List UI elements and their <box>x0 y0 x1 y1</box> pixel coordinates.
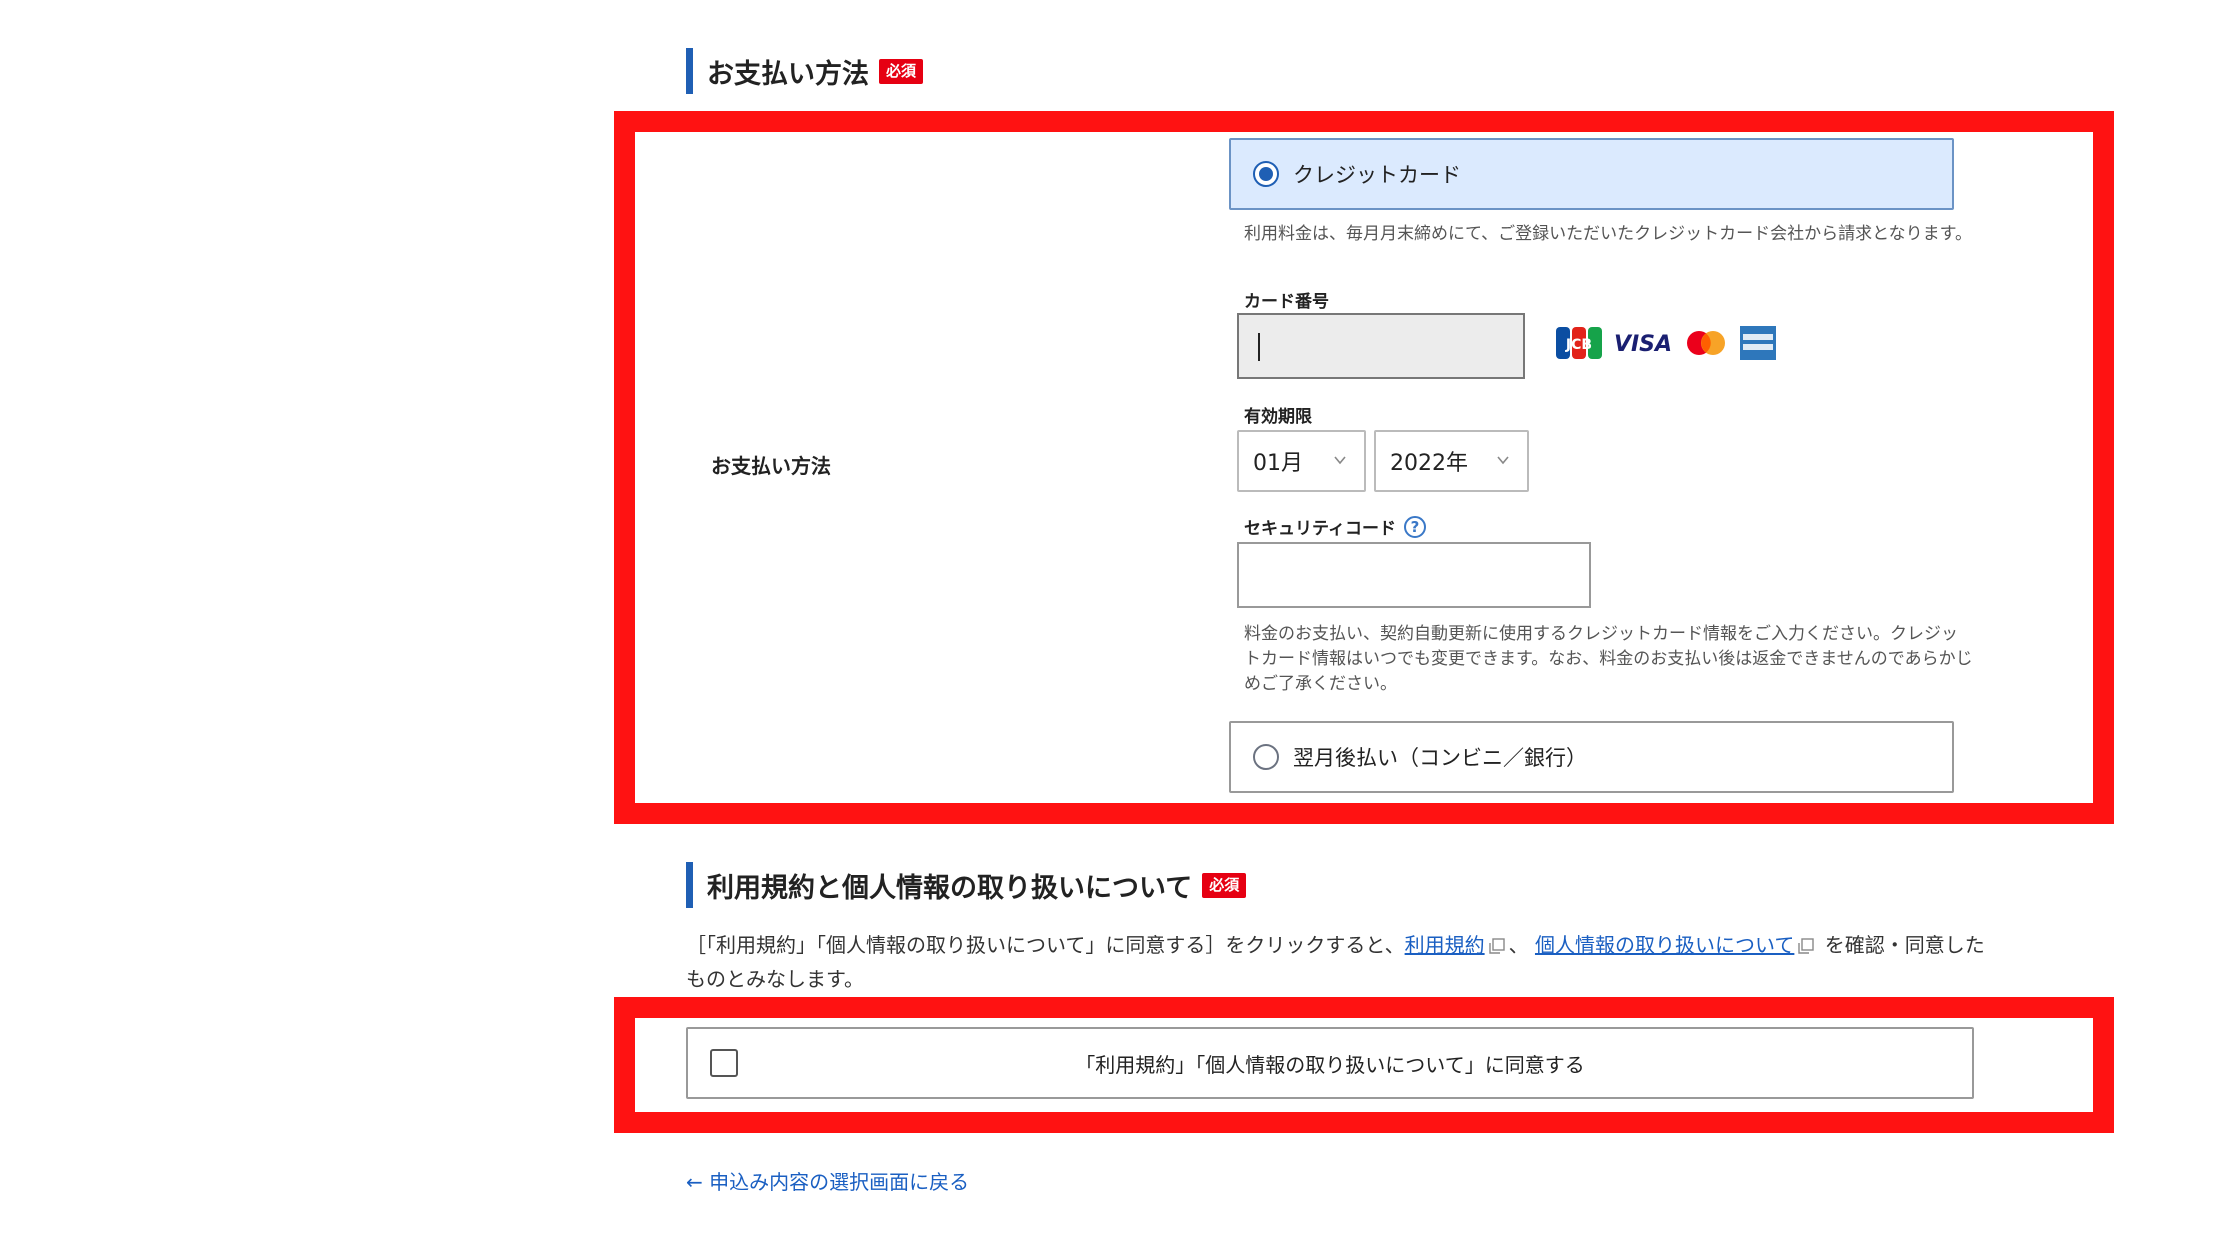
required-badge: 必須 <box>1202 872 1247 898</box>
expiry-month-select[interactable]: 01月 <box>1237 430 1366 492</box>
terms-description: ［「利用規約」「個人情報の取り扱いについて」に同意する］をクリックすると、利用規… <box>686 928 1986 996</box>
credit-card-label: クレジットカード <box>1293 163 1461 187</box>
mastercard-logo-icon <box>1687 331 1725 355</box>
billing-note: 利用料金は、毎月月末締めにて、ご登録いただいたクレジットカード会社から請求となり… <box>1244 224 1972 244</box>
privacy-link[interactable]: 個人情報の取り扱いについて <box>1535 933 1794 957</box>
agree-option[interactable]: 「利用規約」「個人情報の取り扱いについて」に同意する <box>686 1027 1974 1099</box>
deferred-payment-option[interactable]: 翌月後払い（コンビニ／銀行） <box>1229 721 1954 793</box>
agree-label: 「利用規約」「個人情報の取り扱いについて」に同意する <box>1075 1052 1585 1077</box>
security-code-input[interactable] <box>1237 542 1591 608</box>
expiry-month-value: 01月 <box>1253 451 1303 476</box>
terms-link[interactable]: 利用規約 <box>1405 933 1485 957</box>
credit-card-radio[interactable] <box>1253 161 1279 187</box>
amex-logo-icon <box>1740 326 1776 360</box>
payment-section-title: お支払い方法 必須 <box>686 48 924 94</box>
chevron-down-icon <box>1497 456 1509 465</box>
payment-section-title-text: お支払い方法 <box>707 58 869 90</box>
security-code-label-text: セキュリティコード <box>1244 519 1396 539</box>
card-brand-logos: JCB VISA <box>1555 325 1777 361</box>
help-icon[interactable]: ? <box>1403 515 1426 538</box>
expiry-label: 有効期限 <box>1244 407 1312 427</box>
terms-section-title-text: 利用規約と個人情報の取り扱いについて <box>707 872 1193 904</box>
jcb-logo-icon: JCB <box>1556 327 1602 359</box>
deferred-payment-radio[interactable] <box>1253 744 1279 770</box>
card-info-note: 料金のお支払い、契約自動更新に使用するクレジットカード情報をご入力ください。クレ… <box>1244 624 1973 694</box>
svg-text:VISA: VISA <box>1614 332 1672 357</box>
visa-logo-icon: VISA <box>1614 332 1672 357</box>
payment-row-label: お支払い方法 <box>711 454 831 478</box>
deferred-payment-label: 翌月後払い（コンビニ／銀行） <box>1293 746 1587 770</box>
external-link-icon <box>1488 938 1505 954</box>
chevron-down-icon <box>1334 456 1346 465</box>
expiry-year-value: 2022年 <box>1390 451 1468 476</box>
terms-section-title: 利用規約と個人情報の取り扱いについて 必須 <box>686 862 1247 908</box>
terms-text-before: ［「利用規約」「個人情報の取り扱いについて」に同意する］をクリックすると、 <box>686 933 1405 957</box>
required-badge: 必須 <box>879 58 924 84</box>
expiry-year-select[interactable]: 2022年 <box>1374 430 1529 492</box>
terms-separator: 、 <box>1508 933 1529 957</box>
svg-text:JCB: JCB <box>1565 337 1592 353</box>
credit-card-option[interactable]: クレジットカード <box>1229 138 1954 210</box>
back-link[interactable]: ← 申込み内容の選択画面に戻る <box>686 1166 969 1195</box>
external-link-icon <box>1798 938 1815 954</box>
card-number-label: カード番号 <box>1244 292 1329 312</box>
card-number-input[interactable] <box>1237 313 1525 379</box>
security-code-label: セキュリティコード ? <box>1244 514 1426 539</box>
agree-checkbox[interactable] <box>710 1049 738 1077</box>
text-cursor <box>1258 333 1260 361</box>
